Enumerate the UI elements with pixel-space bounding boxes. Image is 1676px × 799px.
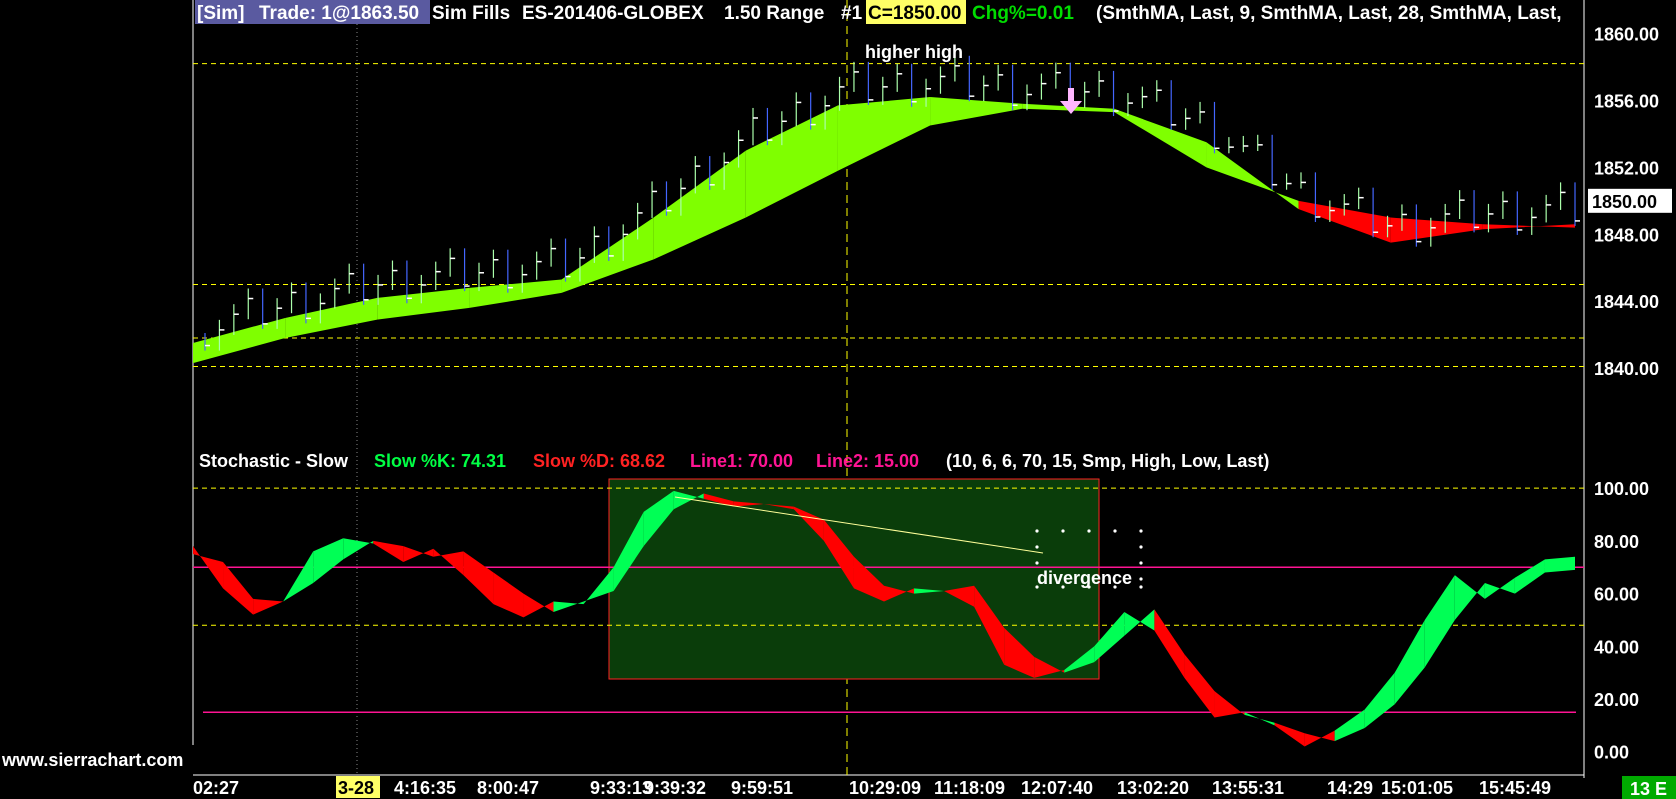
- price-tick-label-0: 1860.00: [1594, 24, 1659, 44]
- price-tick-label-2: 1852.00: [1594, 158, 1659, 178]
- time-tick-label-9: 12:07:40: [1021, 778, 1093, 798]
- bar-count: 13 E: [1630, 779, 1667, 799]
- stoch-line1: Line1: 70.00: [690, 451, 793, 471]
- close-label: C=1850.00: [868, 3, 962, 24]
- divergence-label: divergence: [1037, 568, 1132, 588]
- price-tick-label-4: 1844.00: [1594, 292, 1659, 312]
- stoch-name: Stochastic - Slow: [199, 451, 349, 471]
- stoch-line2: Line2: 15.00: [816, 451, 919, 471]
- stoch-params: (10, 6, 6, 70, 15, Smp, High, Low, Last): [946, 451, 1269, 471]
- divergence-dot-2: [1087, 529, 1091, 533]
- stoch-tick-label-0: 100.00: [1594, 479, 1649, 499]
- fills-label: Sim Fills: [432, 3, 510, 24]
- divergence-dot-0: [1035, 529, 1039, 533]
- trade-info: Trade: 1@1863.50: [259, 3, 419, 24]
- divergence-dot-3: [1113, 529, 1117, 533]
- sim-tag: [Sim]: [197, 3, 245, 24]
- stoch-tick-label-3: 40.00: [1594, 637, 1639, 657]
- price-tick-label-5: 1840.00: [1594, 359, 1659, 379]
- time-tick-label-13: 15:01:05: [1381, 778, 1453, 798]
- stoch-d: Slow %D: 68.62: [533, 451, 665, 471]
- svg-text:C=1850.00 Chg%=0.01 (S: C=1850.00 Chg%=0.01 (SmthMA, Last, 9, Sm…: [868, 3, 1562, 24]
- divergence-dot-14: [1035, 545, 1039, 549]
- divergence-dot-8: [1139, 585, 1143, 589]
- last-price-label: 1850.00: [1592, 192, 1657, 212]
- price-tick-label-1: 1856.00: [1594, 91, 1659, 111]
- stoch-tick-label-2: 60.00: [1594, 585, 1639, 605]
- time-tick-label-7: 10:29:09: [849, 778, 921, 798]
- time-tick-label-0: 02:27: [193, 778, 239, 798]
- stoch-k: Slow %K: 74.31: [374, 451, 506, 471]
- divergence-dot-13: [1035, 561, 1039, 565]
- time-tick-label-4: 9:33:13: [590, 778, 652, 798]
- symbol-label: ES-201406-GLOBEX: [522, 3, 704, 24]
- chart-number: #1: [841, 3, 863, 24]
- studies-label: (SmthMA, Last, 9, SmthMA, Last, 28, Smth…: [1096, 3, 1562, 24]
- time-tick-label-3: 8:00:47: [477, 778, 539, 798]
- higher-high-label: higher high: [865, 42, 963, 62]
- time-tick-label-14: 15:45:49: [1479, 778, 1551, 798]
- stoch-ribbon-segment-45: [1544, 556, 1575, 573]
- time-tick-label-11: 13:55:31: [1212, 778, 1284, 798]
- range-label: 1.50 Range: [724, 3, 824, 24]
- time-axis: 02:27 3-28 4:16:35 8:00:47 9:33:139:39:32 9:5…: [193, 776, 1551, 798]
- price-tick-label-3: 1848.00: [1594, 225, 1659, 245]
- change-label: Chg%=0.01: [972, 3, 1074, 24]
- time-tick-label-1: 3-28: [338, 778, 374, 798]
- svg-text:[Sim] Trade: 1@1863.50: [Sim] Trade: 1@1863.50 Sim Fills ES-2014…: [197, 3, 863, 24]
- chart-canvas: 1860.00 1856.00 1852.00 1848.00 1844.00 1840.…: [0, 0, 1676, 799]
- time-tick-label-5: 9:39:32: [644, 778, 706, 798]
- watermark: www.sierrachart.com: [1, 750, 183, 770]
- divergence-dot-4: [1139, 529, 1143, 533]
- time-tick-label-2: 4:16:35: [394, 778, 456, 798]
- divergence-dot-7: [1139, 577, 1143, 581]
- time-tick-label-10: 13:02:20: [1117, 778, 1189, 798]
- time-tick-label-8: 11:18:09: [934, 778, 1005, 798]
- divergence-dot-5: [1139, 545, 1143, 549]
- stoch-tick-label-5: 0.00: [1594, 743, 1629, 763]
- stoch-tick-label-4: 20.00: [1594, 690, 1639, 710]
- divergence-dot-1: [1061, 529, 1065, 533]
- time-tick-label-12: 14:29: [1327, 778, 1373, 798]
- divergence-dot-6: [1139, 561, 1143, 565]
- stoch-tick-label-1: 80.00: [1594, 532, 1639, 552]
- time-tick-label-6: 9:59:51: [731, 778, 793, 798]
